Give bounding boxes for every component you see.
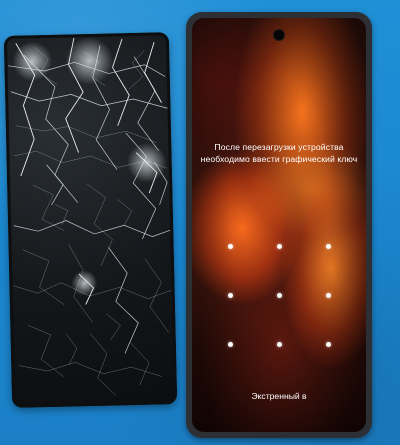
unlock-pattern-grid[interactable]: [192, 18, 366, 432]
pattern-dot[interactable]: [325, 292, 331, 298]
panel-frame: [3, 32, 178, 408]
pattern-dot[interactable]: [276, 341, 282, 347]
pattern-dot[interactable]: [325, 243, 331, 249]
photo-scene: После перезагрузки устройства необходимо…: [0, 0, 400, 445]
pattern-dot[interactable]: [227, 292, 233, 298]
pattern-dot[interactable]: [227, 243, 233, 249]
emergency-call-button[interactable]: Экстренный в: [192, 391, 366, 401]
pattern-dot[interactable]: [276, 292, 282, 298]
phone-device: После перезагрузки устройства необходимо…: [186, 12, 372, 438]
pattern-dot[interactable]: [227, 341, 233, 347]
pattern-dot[interactable]: [325, 341, 331, 347]
broken-display-panel: [3, 32, 178, 408]
lock-screen: После перезагрузки устройства необходимо…: [192, 18, 366, 432]
pattern-dot[interactable]: [276, 243, 282, 249]
